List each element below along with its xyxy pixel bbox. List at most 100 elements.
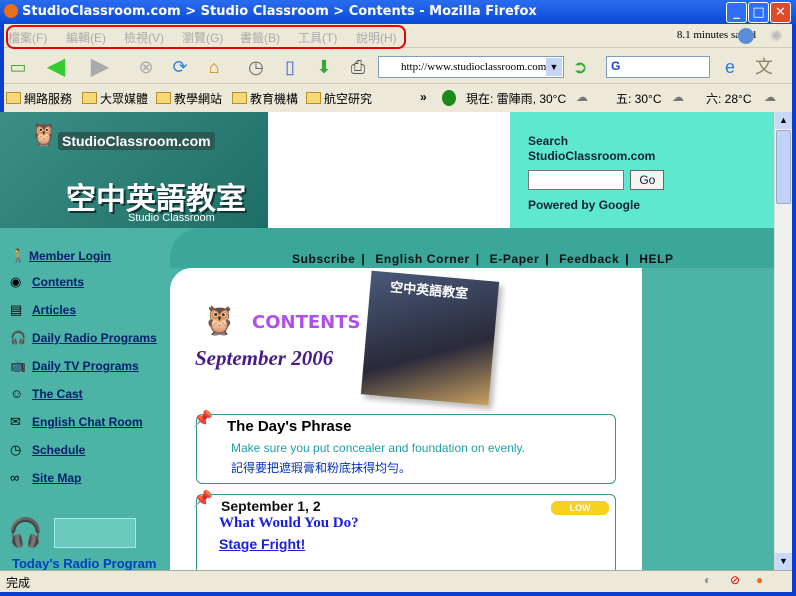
level-badge: LOW <box>551 501 609 515</box>
menu-view[interactable]: 檢視(V) <box>124 29 164 46</box>
ie-view-icon[interactable]: e <box>718 55 742 79</box>
menu-go[interactable]: 瀏覽(G) <box>182 29 223 46</box>
phrase-english: Make sure you put concealer and foundati… <box>231 441 525 455</box>
contents-panel: 🦉 CONTENTS September 2006 空中英語教室 📌 The D… <box>170 268 642 570</box>
nav-feedback[interactable]: Feedback <box>559 252 619 266</box>
navigation-toolbar: ▭ ◀ ▶ ⊗ ⟳ ⌂ ◷ ▯ ⬇ ⎙ http://www.studiocla… <box>4 50 792 84</box>
maximize-button[interactable]: □ <box>748 2 769 23</box>
status-text: 完成 <box>6 576 31 590</box>
powered-by: Powered by Google <box>528 198 641 212</box>
download-button[interactable]: ⬇ <box>312 55 336 79</box>
translate-icon[interactable]: 文 <box>752 55 776 79</box>
scroll-thumb[interactable] <box>776 130 791 204</box>
storm-icon: ☁ <box>672 90 684 104</box>
scroll-up-button[interactable]: ▲ <box>775 112 792 129</box>
history-button[interactable]: ◷ <box>244 55 268 79</box>
bookmark-folder[interactable]: 教育機構 <box>232 90 298 107</box>
url-dropdown-icon[interactable]: ▼ <box>546 58 562 76</box>
google-logo: G <box>611 59 621 73</box>
logo-subtitle: Studio Classroom <box>128 212 215 224</box>
more-bookmarks-chevron[interactable]: » <box>420 90 427 104</box>
sidebar-cast[interactable]: The Cast <box>32 387 83 401</box>
site-search-input[interactable] <box>528 170 624 190</box>
phrase-chinese: 記得要把遮瑕膏和粉底抹得均勻。 <box>231 461 412 475</box>
sidebar-daily-radio[interactable]: Daily Radio Programs <box>32 331 157 345</box>
forward-button[interactable]: ▶ <box>88 55 112 79</box>
program-date: September 1, 2 <box>221 498 321 514</box>
weather-friday[interactable]: 五: 30°C <box>616 90 661 107</box>
site-search: Search StudioClassroom.com Go Powered by… <box>510 112 708 228</box>
url-input[interactable]: http://www.studioclassroom.com <box>378 56 564 78</box>
stop-button[interactable]: ⊗ <box>134 55 158 79</box>
search-title: Search StudioClassroom.com <box>528 134 656 163</box>
site-logo-banner[interactable]: 🦉 StudioClassroom.com 空中英語教室 Studio Clas… <box>0 112 268 228</box>
status-bar: 完成 ◐ ⊘ ● <box>0 570 792 592</box>
days-phrase-box: 📌 The Day's Phrase Make sure you put con… <box>193 411 616 484</box>
owl-icon: 🦉 <box>202 305 237 336</box>
sidebar-schedule[interactable]: Schedule <box>32 443 85 457</box>
block-icon[interactable]: ⊘ <box>730 573 740 587</box>
sidebar-contents[interactable]: Contents <box>32 275 84 289</box>
bookmark-folder[interactable]: 航空研究 <box>306 90 372 107</box>
go-search-button[interactable]: Go <box>630 170 665 190</box>
menu-bar: 檔案(F) 編輯(E) 檢視(V) 瀏覽(G) 書籤(B) 工具(T) 說明(H… <box>4 24 792 49</box>
weather-now[interactable]: 現在: 雷陣雨, 30°C <box>466 90 566 107</box>
owl-logo-icon: 🦉 <box>30 122 58 147</box>
banner-blank <box>268 112 510 228</box>
home-button[interactable]: ⌂ <box>202 55 226 79</box>
reload-button[interactable]: ⟳ <box>168 55 192 79</box>
bookmarks-button[interactable]: ▯ <box>278 55 302 79</box>
weather-saturday[interactable]: 六: 28°C <box>706 90 751 107</box>
vertical-scrollbar[interactable]: ▲ ▼ <box>774 112 792 570</box>
banner-fill <box>708 112 774 228</box>
menu-edit[interactable]: 編輯(E) <box>66 29 106 46</box>
nav-english-corner[interactable]: English Corner <box>375 252 469 266</box>
go-button[interactable]: ➲ <box>568 55 592 79</box>
sidebar-articles[interactable]: Articles <box>32 303 76 317</box>
sidebar-site-map[interactable]: Site Map <box>32 471 81 485</box>
close-button[interactable]: ✕ <box>770 2 791 23</box>
search-input[interactable]: G <box>606 56 710 78</box>
bookmark-folder[interactable]: 網路服務 <box>6 90 72 107</box>
print-button[interactable]: ⎙ <box>346 55 370 79</box>
issue-month: September 2006 <box>195 346 334 370</box>
new-card-icon[interactable]: ▭ <box>6 55 30 79</box>
cover-title: 空中英語教室 <box>389 279 469 302</box>
browser-chrome: 檔案(F) 編輯(E) 檢視(V) 瀏覽(G) 書籤(B) 工具(T) 說明(H… <box>4 24 792 112</box>
tv-icon: 📺 <box>10 358 27 373</box>
pushpin-icon: 📌 <box>193 411 213 428</box>
speedometer-icon[interactable] <box>738 28 754 44</box>
firefox-icon[interactable]: ● <box>756 573 763 587</box>
firefox-icon <box>4 4 18 18</box>
program-title-link[interactable]: Stage Fright! <box>219 536 305 552</box>
sidebar-member-login[interactable]: Member Login <box>29 249 111 263</box>
menu-tools[interactable]: 工具(T) <box>298 29 337 46</box>
throbber-icon: ✺ <box>770 28 783 45</box>
sidebar-chat-room[interactable]: English Chat Room <box>32 415 143 429</box>
article-icon: ▤ <box>10 302 23 317</box>
scroll-down-button[interactable]: ▼ <box>775 553 792 570</box>
bookmark-folder[interactable]: 教學網站 <box>156 90 222 107</box>
todays-radio-link[interactable]: Today's Radio Program <box>12 556 156 570</box>
site-logo-text: StudioClassroom.com <box>58 132 215 150</box>
nav-subscribe[interactable]: Subscribe <box>292 252 355 266</box>
menu-help[interactable]: 說明(H) <box>356 29 397 46</box>
menu-bookmarks[interactable]: 書籤(B) <box>240 29 280 46</box>
audio-wave-icon <box>54 518 136 548</box>
storm-icon: ☁ <box>576 90 588 104</box>
phrase-title: The Day's Phrase <box>227 418 352 435</box>
menu-file[interactable]: 檔案(F) <box>8 29 47 46</box>
sidebar-daily-tv[interactable]: Daily TV Programs <box>32 359 139 373</box>
minimize-button[interactable]: _ <box>726 2 747 23</box>
storm-icon: ☁ <box>764 90 776 104</box>
bookmark-folder[interactable]: 大眾媒體 <box>82 90 148 107</box>
status-icon: ◐ <box>704 573 712 587</box>
title-bar: StudioClassroom.com > Studio Classroom >… <box>0 0 796 24</box>
chat-icon: ✉ <box>10 414 21 429</box>
cast-icon: ☺ <box>10 386 24 401</box>
nav-epaper[interactable]: E-Paper <box>490 252 540 266</box>
headphones-icon: 🎧 <box>10 330 27 345</box>
back-button[interactable]: ◀ <box>44 55 68 79</box>
magazine-cover-image[interactable]: 空中英語教室 <box>360 270 500 406</box>
nav-help[interactable]: HELP <box>639 252 673 266</box>
